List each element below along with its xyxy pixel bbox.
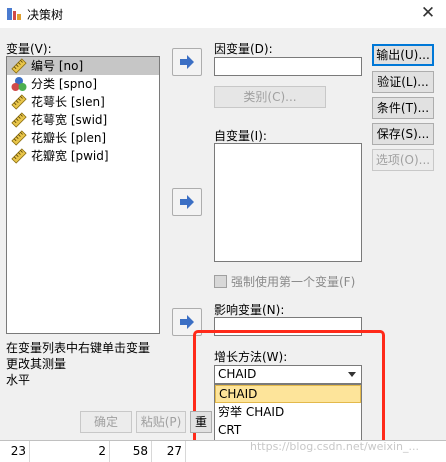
- app-tree-icon: [6, 6, 22, 22]
- arrow-right-icon: [180, 315, 194, 329]
- variable-list[interactable]: 编号 [no] 分类 [spno] 花萼长 [slen] 花萼宽 [swid] 花瓣长 …: [6, 56, 160, 334]
- dependent-label: 因变量(D):: [214, 42, 273, 56]
- watermark-text: https://blog.csdn.net/weixin_...: [250, 440, 420, 453]
- variable-item[interactable]: 编号 [no]: [7, 57, 159, 75]
- window-title: 决策树: [27, 8, 64, 22]
- variable-item-label: 花瓣长 [plen]: [31, 131, 107, 145]
- variable-item-label: 分类 [spno]: [31, 77, 97, 91]
- variable-item[interactable]: 分类 [spno]: [7, 75, 159, 93]
- reset-button[interactable]: 重: [190, 411, 212, 433]
- independent-list[interactable]: [214, 143, 362, 262]
- ruler-icon: [11, 112, 27, 128]
- ruler-icon: [11, 94, 27, 110]
- hint-line-2: 更改其测量: [6, 357, 67, 371]
- ruler-icon: [11, 58, 27, 74]
- dependent-field[interactable]: [214, 57, 362, 76]
- ok-button[interactable]: 确定: [80, 411, 132, 433]
- variable-item-label: 花瓣宽 [pwid]: [31, 149, 109, 163]
- arrow-right-icon: [180, 195, 194, 209]
- output-button[interactable]: 输出(U)...: [372, 44, 434, 66]
- grid-cell: 23: [0, 441, 30, 462]
- arrow-right-icon: [180, 55, 194, 69]
- move-to-independent-button[interactable]: [172, 188, 202, 216]
- nominal-balls-icon: [11, 76, 27, 92]
- force-first-checkbox[interactable]: [214, 275, 227, 288]
- ruler-icon: [11, 130, 27, 146]
- hint-line-1: 在变量列表中右键单击变量: [6, 341, 151, 355]
- title-bar: [0, 0, 446, 28]
- variable-item-label: 编号 [no]: [31, 59, 84, 73]
- options-button[interactable]: 选项(O)...: [372, 149, 434, 171]
- variable-item[interactable]: 花瓣长 [plen]: [7, 129, 159, 147]
- move-to-dependent-button[interactable]: [172, 48, 202, 76]
- category-button[interactable]: 类别(C)...: [214, 86, 326, 108]
- criteria-button[interactable]: 条件(T)...: [372, 97, 434, 119]
- save-button[interactable]: 保存(S)...: [372, 123, 434, 145]
- variable-item[interactable]: 花萼宽 [swid]: [7, 111, 159, 129]
- grid-cell: 58: [110, 441, 152, 462]
- grid-cell: 2: [30, 441, 110, 462]
- hint-line-3: 水平: [6, 373, 31, 387]
- variable-item[interactable]: 花萼长 [slen]: [7, 93, 159, 111]
- variables-label: 变量(V):: [6, 42, 52, 56]
- validation-button[interactable]: 验证(L)...: [372, 71, 434, 93]
- grid-cell: 27: [152, 441, 186, 462]
- influence-label: 影响变量(N):: [214, 303, 285, 317]
- variable-item[interactable]: 花瓣宽 [pwid]: [7, 147, 159, 165]
- independent-label: 自变量(I):: [214, 129, 267, 143]
- force-first-label: 强制使用第一个变量(F): [231, 275, 356, 289]
- variable-item-label: 花萼长 [slen]: [31, 95, 105, 109]
- close-button[interactable]: ✕: [414, 2, 442, 24]
- variable-item-label: 花萼宽 [swid]: [31, 113, 108, 127]
- ruler-icon: [11, 148, 27, 164]
- paste-button[interactable]: 粘贴(P): [136, 411, 186, 433]
